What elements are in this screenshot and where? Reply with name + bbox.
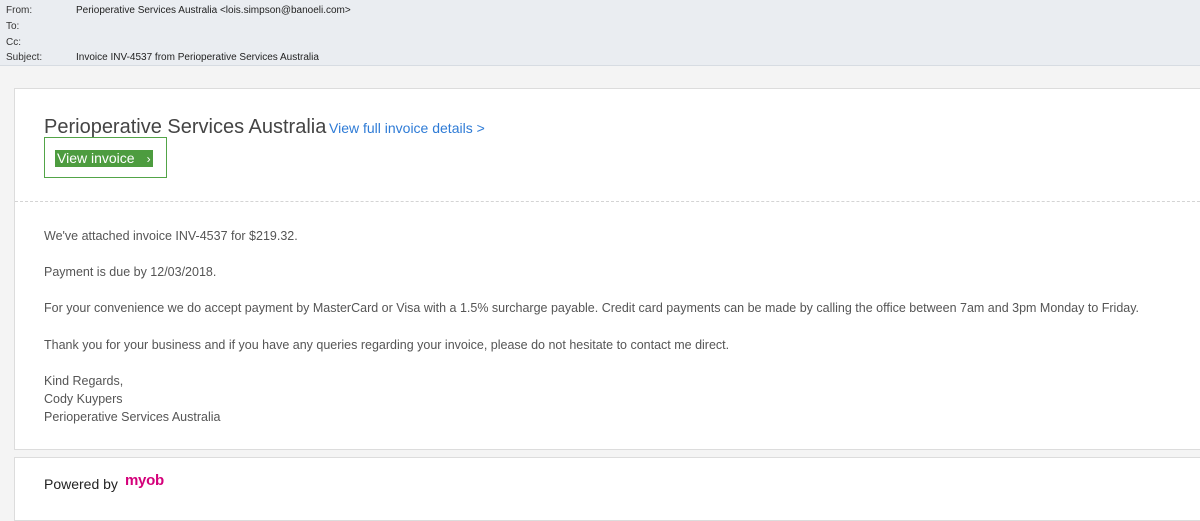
divider: [15, 201, 1200, 202]
sender-name: Cody Kuypers: [44, 392, 123, 406]
sign-off-text: Kind Regards,: [44, 374, 124, 388]
view-full-invoice-link[interactable]: View full invoice details >: [329, 120, 485, 136]
payment-due-text: Payment is due by 12/03/2018.: [44, 265, 217, 279]
invoice-card: Perioperative Services Australia View fu…: [14, 88, 1200, 450]
view-invoice-label: View invoice: [57, 150, 135, 166]
subject-label: Subject:: [6, 52, 43, 63]
powered-by-text: Powered by: [44, 476, 118, 492]
subject-value: Invoice INV-4537 from Perioperative Serv…: [76, 52, 319, 63]
view-invoice-button[interactable]: View invoice ›: [55, 150, 153, 167]
email-header: From: Perioperative Services Australia <…: [0, 0, 1200, 66]
invoice-attached-text: We've attached invoice INV-4537 for $219…: [44, 229, 298, 243]
footer-card: Powered by myob: [14, 457, 1200, 521]
thank-you-text: Thank you for your business and if you h…: [44, 338, 730, 352]
view-invoice-button-frame: View invoice ›: [44, 137, 167, 178]
payment-methods-text: For your convenience we do accept paymen…: [44, 301, 1140, 315]
cc-label: Cc:: [6, 37, 21, 48]
chevron-right-icon: ›: [146, 152, 151, 166]
myob-logo[interactable]: myob: [125, 472, 164, 489]
company-title: Perioperative Services Australia: [44, 116, 327, 138]
from-label: From:: [6, 5, 33, 16]
from-value[interactable]: Perioperative Services Australia <lois.s…: [76, 4, 351, 18]
sender-company: Perioperative Services Australia: [44, 410, 221, 424]
to-label: To:: [6, 21, 20, 32]
